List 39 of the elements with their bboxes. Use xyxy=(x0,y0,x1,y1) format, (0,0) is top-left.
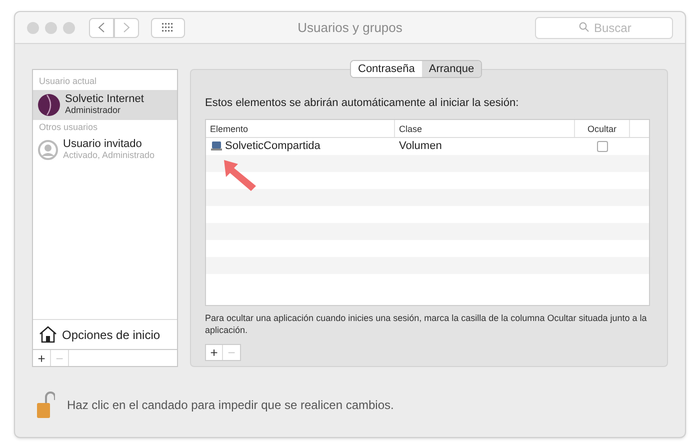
column-header[interactable]: Clase xyxy=(395,120,575,136)
chevron-left-icon xyxy=(98,22,105,33)
column-header[interactable]: Elemento xyxy=(206,120,395,136)
unlocked-padlock-icon[interactable] xyxy=(37,391,55,419)
add-button[interactable]: + xyxy=(33,350,51,366)
avatar-icon xyxy=(38,94,60,116)
house-icon xyxy=(39,326,57,343)
tab[interactable]: Arranque xyxy=(422,61,482,77)
user-role: Administrador xyxy=(65,104,122,116)
intro-text: Estos elementos se abrirán automáticamente al iniciar la sesión: xyxy=(205,96,520,111)
login-options-item[interactable]: Opciones de inicio xyxy=(33,319,177,349)
grid-icon xyxy=(162,23,174,32)
search-field[interactable]: Buscar xyxy=(535,16,673,38)
hide-checkbox[interactable] xyxy=(597,140,608,152)
minimize-button[interactable] xyxy=(45,22,57,34)
window-title: Usuarios y grupos xyxy=(298,18,402,37)
user-name: Solvetic Internet xyxy=(65,94,144,104)
user-role: Activado, Administrado xyxy=(63,150,155,161)
close-button[interactable] xyxy=(27,22,39,34)
back-button[interactable] xyxy=(89,18,114,38)
arrow-annotation xyxy=(222,158,258,192)
section-heading: Otros usuarios xyxy=(38,120,99,134)
column-header[interactable]: Ocultar xyxy=(575,120,630,136)
add-item-button[interactable]: + xyxy=(206,344,224,360)
user-item[interactable]: Usuario invitado Activado, Administrado xyxy=(33,135,177,165)
user-silhouette-icon xyxy=(38,140,58,160)
drive-icon xyxy=(211,141,222,151)
lock-message: Haz clic en el candado para impedir que se realicen cambios. xyxy=(67,397,394,414)
user-item[interactable]: Solvetic Internet Administrador xyxy=(33,90,177,120)
hint-text: Para ocultar una aplicación cuando inicies una sesión, marca la casilla de la columna Ocultar situada junto a la aplicación. xyxy=(205,312,648,336)
search-icon xyxy=(579,22,589,32)
table-cell-text: Volumen xyxy=(398,138,443,154)
forward-button[interactable] xyxy=(114,18,139,38)
chevron-right-icon xyxy=(123,22,130,33)
user-name: Usuario invitado xyxy=(63,139,143,150)
table-cell-text: SolveticCompartida xyxy=(225,138,320,154)
section-heading: Usuario actual xyxy=(38,75,98,88)
show-all-button[interactable] xyxy=(151,18,185,38)
zoom-button[interactable] xyxy=(63,22,75,34)
